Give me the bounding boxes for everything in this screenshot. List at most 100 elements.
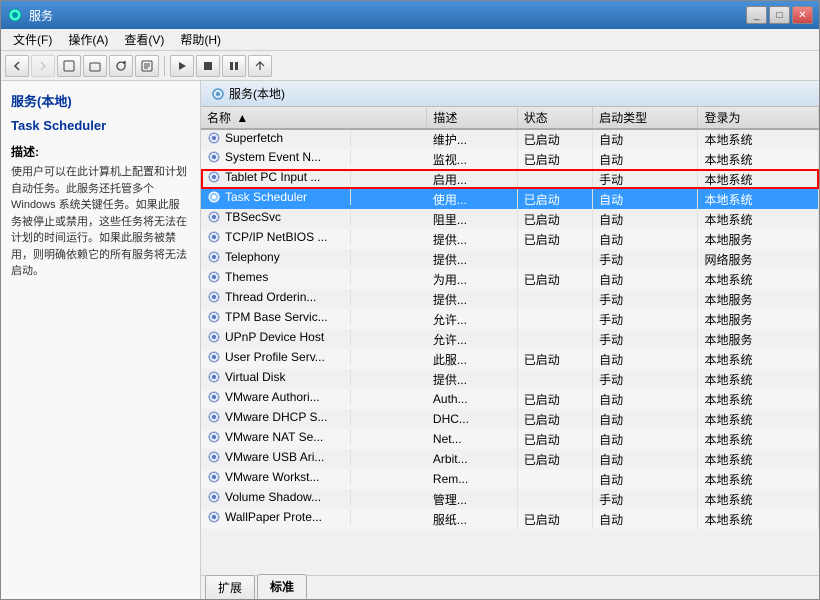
table-row[interactable]: Thread Orderin...提供...手动本地服务 [201, 289, 819, 309]
forward-button[interactable] [31, 55, 55, 77]
table-row[interactable]: Superfetch维护...已启动自动本地系统 [201, 129, 819, 149]
service-name-text: Telephony [225, 250, 280, 264]
table-row[interactable]: Tablet PC Input ...启用...手动本地系统 [201, 169, 819, 189]
window-title: 服务 [29, 7, 53, 24]
cell-startup: 手动 [593, 289, 698, 309]
restart-button[interactable] [248, 55, 272, 77]
up-button[interactable] [57, 55, 81, 77]
cell-desc: Rem... [427, 469, 517, 489]
service-name-text: Virtual Disk [225, 370, 285, 384]
service-name-text: Volume Shadow... [225, 490, 321, 504]
cell-status [517, 469, 592, 489]
gear-icon [207, 150, 221, 164]
table-row[interactable]: UPnP Device Host允许...手动本地服务 [201, 329, 819, 349]
app-icon [7, 7, 23, 23]
cell-desc: 阻里... [427, 209, 517, 229]
col-header-desc[interactable]: 描述 [427, 107, 517, 129]
cell-startup: 自动 [593, 129, 698, 149]
table-row[interactable]: TBSecSvc阻里...已启动自动本地系统 [201, 209, 819, 229]
table-row[interactable]: VMware USB Ari...Arbit...已启动自动本地系统 [201, 449, 819, 469]
cell-desc: 提供... [427, 289, 517, 309]
properties-button[interactable] [135, 55, 159, 77]
cell-startup: 自动 [593, 349, 698, 369]
service-name-text: TPM Base Servic... [225, 310, 328, 324]
cell-desc: 允许... [427, 329, 517, 349]
table-row[interactable]: Task Scheduler使用...已启动自动本地系统 [201, 189, 819, 209]
col-header-status[interactable]: 状态 [517, 107, 592, 129]
play-button[interactable] [170, 55, 194, 77]
pause-button[interactable] [222, 55, 246, 77]
refresh-button[interactable] [109, 55, 133, 77]
service-name-text: VMware Authori... [225, 390, 320, 404]
gear-icon [207, 290, 221, 304]
sort-arrow: ▲ [236, 111, 248, 125]
cell-startup: 自动 [593, 209, 698, 229]
cell-desc: Net... [427, 429, 517, 449]
services-header-label: 服务(本地) [229, 85, 285, 102]
tab-standard[interactable]: 标准 [257, 574, 307, 599]
table-row[interactable]: WallPaper Prote...服纸...已启动自动本地系统 [201, 509, 819, 529]
cell-login: 本地系统 [698, 129, 819, 149]
cell-startup: 手动 [593, 309, 698, 329]
menu-help[interactable]: 帮助(H) [172, 29, 229, 50]
cell-service-name: VMware USB Ari... [201, 449, 351, 465]
minimize-button[interactable]: _ [746, 6, 767, 24]
cell-status [517, 489, 592, 509]
cell-status: 已启动 [517, 509, 592, 529]
table-row[interactable]: Virtual Disk提供...手动本地系统 [201, 369, 819, 389]
table-row[interactable]: Volume Shadow...管理...手动本地系统 [201, 489, 819, 509]
table-row[interactable]: VMware DHCP S...DHC...已启动自动本地系统 [201, 409, 819, 429]
cell-status [517, 369, 592, 389]
table-row[interactable]: User Profile Serv...此服...已启动自动本地系统 [201, 349, 819, 369]
table-row[interactable]: TCP/IP NetBIOS ...提供...已启动自动本地服务 [201, 229, 819, 249]
service-name-text: TCP/IP NetBIOS ... [225, 230, 327, 244]
menu-file[interactable]: 文件(F) [5, 29, 60, 50]
cell-status: 已启动 [517, 409, 592, 429]
cell-login: 本地系统 [698, 469, 819, 489]
stop-button[interactable] [196, 55, 220, 77]
services-table-container[interactable]: 名称 ▲ 描述 状态 启动类型 登录为 Superfetch维护...已启动自动… [201, 107, 819, 575]
tab-extend[interactable]: 扩展 [205, 575, 255, 599]
cell-startup: 自动 [593, 189, 698, 209]
table-row[interactable]: TPM Base Servic...允许...手动本地服务 [201, 309, 819, 329]
cell-desc: 服纸... [427, 509, 517, 529]
cell-service-name: VMware Workst... [201, 469, 351, 485]
selected-service-name: Task Scheduler [11, 118, 106, 133]
menu-action[interactable]: 操作(A) [60, 29, 116, 50]
close-button[interactable]: ✕ [792, 6, 813, 24]
table-row[interactable]: VMware NAT Se...Net...已启动自动本地系统 [201, 429, 819, 449]
table-row[interactable]: System Event N...监视...已启动自动本地系统 [201, 149, 819, 169]
cell-startup: 自动 [593, 229, 698, 249]
folder-button[interactable] [83, 55, 107, 77]
back-button[interactable] [5, 55, 29, 77]
cell-status: 已启动 [517, 349, 592, 369]
cell-startup: 自动 [593, 469, 698, 489]
gear-icon [207, 230, 221, 244]
table-row[interactable]: VMware Workst... Rem... 自动本地系统 [201, 469, 819, 489]
maximize-button[interactable]: □ [769, 6, 790, 24]
service-name-text: Tablet PC Input ... [225, 170, 320, 184]
cell-desc: 提供... [427, 229, 517, 249]
cell-service-name: Thread Orderin... [201, 289, 351, 305]
col-header-startup[interactable]: 启动类型 [593, 107, 698, 129]
gear-icon [207, 370, 221, 384]
menu-view[interactable]: 查看(V) [116, 29, 172, 50]
col-header-name[interactable]: 名称 ▲ [201, 107, 427, 129]
cell-service-name: Themes [201, 269, 351, 285]
cell-service-name: VMware NAT Se... [201, 429, 351, 445]
col-header-login[interactable]: 登录为 [698, 107, 819, 129]
desc-label: 描述: [11, 143, 190, 160]
cell-desc: DHC... [427, 409, 517, 429]
cell-login: 本地服务 [698, 229, 819, 249]
table-row[interactable]: Telephony提供...手动网络服务 [201, 249, 819, 269]
table-row[interactable]: VMware Authori...Auth...已启动自动本地系统 [201, 389, 819, 409]
cell-desc: 管理... [427, 489, 517, 509]
cell-startup: 自动 [593, 449, 698, 469]
cell-service-name: Tablet PC Input ... [201, 169, 351, 185]
cell-login: 本地系统 [698, 209, 819, 229]
toolbar-separator-1 [164, 56, 165, 76]
cell-status: 已启动 [517, 449, 592, 469]
table-row[interactable]: Themes为用...已启动自动本地系统 [201, 269, 819, 289]
cell-service-name: User Profile Serv... [201, 349, 351, 365]
services-header-title: 服务(本地) [211, 85, 285, 102]
